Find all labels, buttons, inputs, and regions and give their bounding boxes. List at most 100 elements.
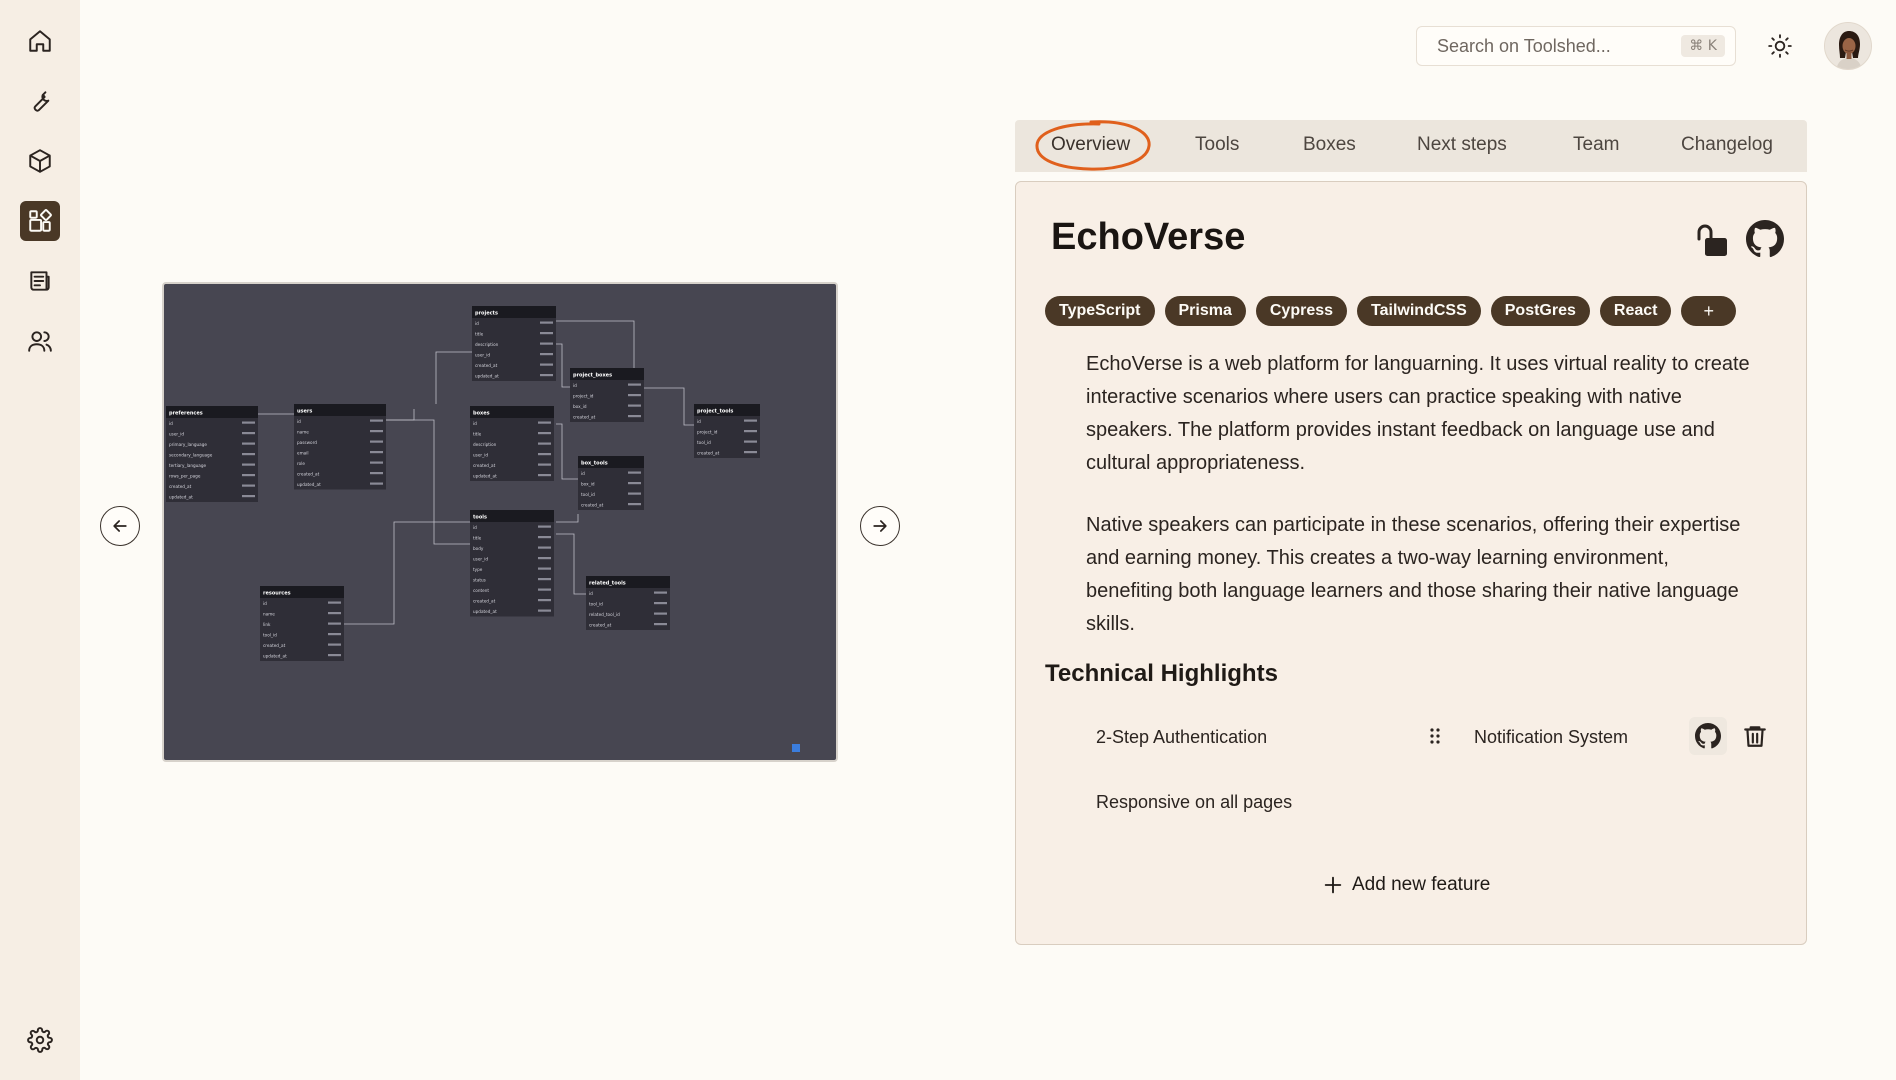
table-column: created_at <box>581 503 604 508</box>
tag-react[interactable]: React <box>1599 296 1672 326</box>
column-type <box>538 453 551 456</box>
search-input[interactable] <box>1437 35 1682 57</box>
column-type <box>540 353 553 356</box>
users-icon <box>28 331 52 352</box>
column-type <box>370 461 383 464</box>
schema-table-project-boxes: project_boxesid project_id box_id created_a… <box>570 368 644 422</box>
table-column: project_id <box>697 430 718 435</box>
column-type <box>538 474 551 477</box>
table-name: resources <box>263 591 291 597</box>
project-description: EchoVerse is a web platform for languarn… <box>1086 348 1756 641</box>
table-column: secondary_language <box>169 453 213 458</box>
table-column: role <box>297 461 305 466</box>
column-type <box>744 419 757 422</box>
add-tag-button[interactable]: + <box>1681 296 1736 326</box>
column-type <box>538 536 551 539</box>
column-type <box>538 546 551 549</box>
theme-toggle-button[interactable] <box>1762 28 1798 64</box>
settings-button[interactable] <box>20 1020 60 1060</box>
arrow-right-icon <box>873 520 887 532</box>
project-tabs: Overview Tools Boxes Next steps Team Cha… <box>1015 120 1807 172</box>
feature-item[interactable]: Notification System <box>1474 727 1628 748</box>
tab-overview[interactable]: Overview <box>1051 134 1130 156</box>
add-feature-button[interactable]: Add new feature <box>1322 874 1490 896</box>
column-type <box>628 404 641 407</box>
carousel-next-button[interactable] <box>860 506 900 546</box>
column-type <box>538 609 551 612</box>
carousel-prev-button[interactable] <box>100 506 140 546</box>
schema-table-users: users id name password email role created_atup… <box>294 404 386 490</box>
column-type <box>370 451 383 454</box>
column-type <box>370 472 383 475</box>
feature-item[interactable]: 2-Step Authentication <box>1096 727 1267 748</box>
search-bar[interactable]: ⌘ K <box>1416 26 1736 66</box>
sidebar-item-docs[interactable] <box>20 261 60 301</box>
table-column: id <box>581 471 585 476</box>
sidebar-item-team[interactable] <box>20 321 60 361</box>
table-name: project_tools <box>697 409 733 415</box>
schema-table-tools: tools id title body user_idtype status content… <box>470 510 554 617</box>
table-column: email <box>297 451 309 456</box>
tab-boxes[interactable]: Boxes <box>1303 134 1356 156</box>
drag-handle-icon[interactable] <box>1428 726 1442 746</box>
table-column: created_at <box>473 463 496 468</box>
arrow-left-icon <box>113 520 127 532</box>
column-type <box>242 421 255 424</box>
column-type <box>628 482 641 485</box>
sidebar-item-home[interactable] <box>20 21 60 61</box>
table-column: box_id <box>573 404 587 409</box>
column-type <box>328 622 341 625</box>
column-type <box>538 463 551 466</box>
github-icon <box>1695 723 1721 749</box>
column-type <box>328 654 341 657</box>
table-column: user_id <box>473 453 488 458</box>
tab-tools[interactable]: Tools <box>1195 134 1239 156</box>
relation-line <box>556 533 586 595</box>
relation-line <box>556 343 570 388</box>
column-type <box>242 463 255 466</box>
tab-changelog[interactable]: Changelog <box>1681 134 1773 156</box>
column-type <box>370 440 383 443</box>
column-type <box>538 599 551 602</box>
table-column: id <box>169 421 173 426</box>
table-column: created_at <box>473 599 496 604</box>
drawsql-logo <box>792 744 800 752</box>
table-column: project_id <box>573 394 594 399</box>
table-column: user_id <box>475 353 490 358</box>
table-column: title <box>475 332 484 337</box>
column-type <box>654 623 667 626</box>
table-name: users <box>297 409 312 415</box>
trash-icon[interactable] <box>1742 723 1768 749</box>
feature-github-button[interactable] <box>1689 717 1727 755</box>
sidebar-item-boxes[interactable] <box>20 141 60 181</box>
column-type <box>242 442 255 445</box>
tech-stack-tags: TypeScript Prisma Cypress TailwindCSS Po… <box>1045 296 1736 326</box>
description-paragraph: Native speakers can participate in these… <box>1086 514 1741 635</box>
tab-team[interactable]: Team <box>1573 134 1619 156</box>
sidebar-item-projects[interactable] <box>20 201 60 241</box>
feature-item[interactable]: Responsive on all pages <box>1096 792 1292 813</box>
github-icon[interactable] <box>1746 220 1784 258</box>
column-type <box>328 643 341 646</box>
tag-tailwindcss[interactable]: TailwindCSS <box>1357 296 1481 326</box>
tag-cypress[interactable]: Cypress <box>1255 296 1348 326</box>
table-column: id <box>473 421 477 426</box>
table-column: created_at <box>573 415 596 420</box>
table-column: type <box>473 567 483 572</box>
relation-line <box>644 387 694 426</box>
sidebar-item-tools[interactable] <box>20 81 60 121</box>
tag-prisma[interactable]: Prisma <box>1164 296 1246 326</box>
unlock-icon[interactable] <box>1696 222 1732 258</box>
technical-highlights-heading: Technical Highlights <box>1045 660 1278 687</box>
table-column: updated_at <box>475 374 499 379</box>
table-column: tool_id <box>697 440 711 445</box>
tag-postgres[interactable]: PostGres <box>1490 296 1590 326</box>
tag-typescript[interactable]: TypeScript <box>1045 296 1155 326</box>
tab-next-steps[interactable]: Next steps <box>1417 134 1507 156</box>
column-type <box>540 332 553 335</box>
avatar[interactable] <box>1824 22 1872 70</box>
column-type <box>242 432 255 435</box>
table-column: description <box>473 442 497 447</box>
column-type <box>328 601 341 604</box>
table-body <box>294 404 386 490</box>
